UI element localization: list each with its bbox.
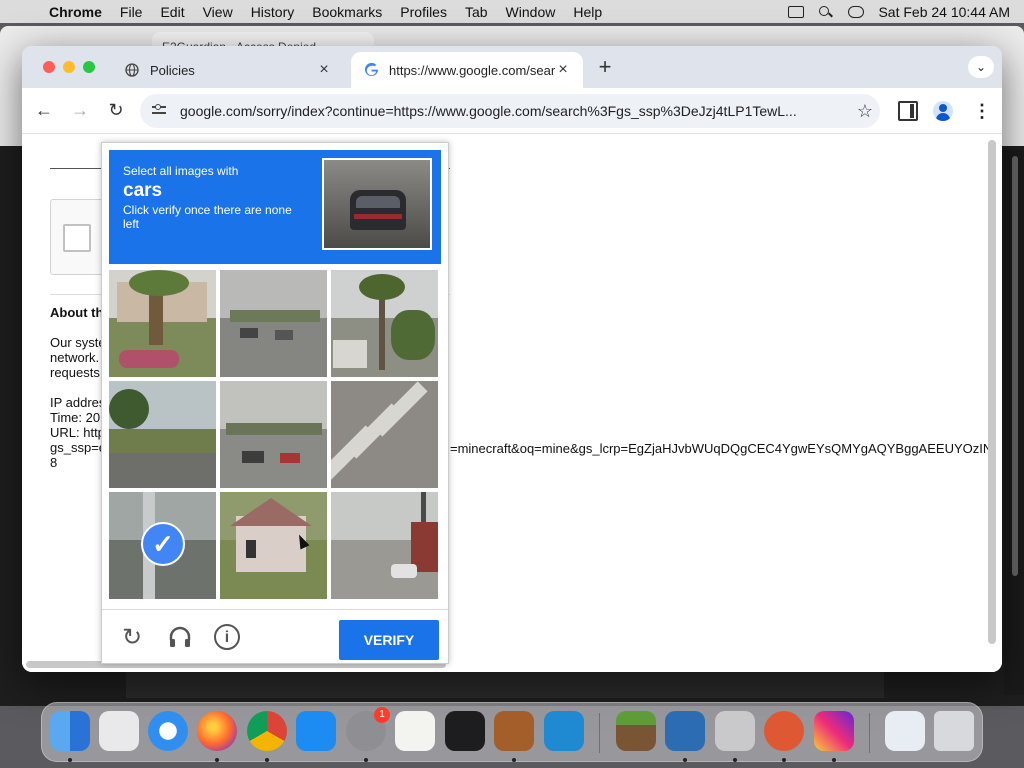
captcha-tile-9[interactable] [331,492,438,599]
bookmark-star-icon[interactable]: ☆ [850,101,880,122]
captcha-tile-7[interactable]: ✓ [109,492,216,599]
menu-view[interactable]: View [194,4,242,20]
captcha-sample-image [322,158,432,250]
reload-icon[interactable]: ↻ [106,100,126,120]
car-icon [350,190,406,230]
menu-clock[interactable]: Sat Feb 24 10:44 AM [878,4,1010,20]
vertical-scrollbar[interactable] [988,140,996,644]
menu-profiles[interactable]: Profiles [391,4,456,20]
disk-utility-icon[interactable] [715,711,755,751]
site-settings-icon[interactable] [152,104,170,118]
google-icon [363,62,379,78]
forward-arrow-icon[interactable]: → [70,100,90,120]
captcha-grid: ✓ [109,270,441,602]
address-bar-url[interactable]: google.com/sorry/index?continue=https://… [180,103,850,119]
profile-avatar-icon[interactable] [933,101,953,121]
finder-icon[interactable] [50,711,90,751]
duckduckgo-icon[interactable] [764,711,804,751]
recaptcha-checkbox[interactable] [63,224,91,252]
minecraft-icon[interactable] [616,711,656,751]
globe-icon [124,62,140,78]
menu-bookmarks[interactable]: Bookmarks [303,4,391,20]
menu-help[interactable]: Help [564,4,611,20]
back-arrow-icon[interactable]: ← [34,100,54,120]
captcha-tile-4[interactable] [109,381,216,488]
side-panel-icon[interactable] [898,101,918,121]
safari-icon[interactable] [148,711,188,751]
window-minimize-button[interactable] [63,61,75,73]
captcha-tile-8[interactable] [220,492,327,599]
captcha-tile-6[interactable] [331,381,438,488]
launchpad-icon[interactable] [99,711,139,751]
control-center-icon[interactable] [848,5,865,18]
info-icon[interactable]: i [214,624,240,650]
tab-strip: Policies × https://www.google.com/sear ×… [22,46,1002,88]
screen-mirroring-icon[interactable] [788,5,805,18]
captcha-target: cars [123,180,163,201]
menu-history[interactable]: History [242,4,304,20]
instagram-icon[interactable] [814,711,854,751]
downloads-folder-icon[interactable] [885,711,925,751]
tab-title: https://www.google.com/sear [389,62,555,78]
tab-title: Policies [150,62,195,78]
system-settings-icon[interactable]: 1 [346,707,390,751]
menu-window[interactable]: Window [497,4,565,20]
captcha-instruction: Select all images with [123,164,239,178]
captcha-header: Select all images with cars Click verify… [109,150,441,264]
verify-button[interactable]: VERIFY [339,620,439,660]
about-heading: About th [50,305,104,320]
textedit-icon[interactable] [395,711,435,751]
tile-selected-check-icon: ✓ [141,522,185,566]
terminal-icon[interactable] [445,711,485,751]
window-maximize-button[interactable] [83,61,95,73]
tab-search-chevron-icon[interactable]: ⌄ [968,56,994,78]
virtualbox-icon[interactable] [665,711,705,751]
menu-edit[interactable]: Edit [151,4,193,20]
captcha-tile-2[interactable] [220,270,327,377]
captcha-tile-1[interactable] [109,270,216,377]
tab-close-icon[interactable]: × [555,61,571,79]
request-details: IP addres Time: 20 URL: http gs_ssp=e 8 [50,395,107,470]
captcha-footer: ↻ i VERIFY [102,609,448,665]
headphones-icon[interactable] [166,624,194,652]
menu-app-name[interactable]: Chrome [40,4,111,20]
notification-badge: 1 [374,707,390,723]
tab-policies[interactable]: Policies × [112,52,344,88]
tab-google[interactable]: https://www.google.com/sear × [351,52,583,88]
menu-file[interactable]: File [111,4,152,20]
firefox-icon[interactable] [197,711,237,751]
reload-icon[interactable]: ↻ [118,624,146,652]
window-close-button[interactable] [43,61,55,73]
page-content: About th Our syste network. requests IP … [22,134,1002,672]
new-tab-button[interactable]: + [594,56,616,78]
tab-close-icon[interactable]: × [316,61,332,79]
menu-bar: Chrome File Edit View History Bookmarks … [0,0,1024,23]
trash-icon[interactable] [934,711,974,751]
captcha-tile-3[interactable] [331,270,438,377]
browser-toolbar: ← → ↻ google.com/sorry/index?continue=ht… [22,88,1002,134]
dock: 1 [41,702,983,762]
browser-window: Policies × https://www.google.com/sear ×… [22,46,1002,672]
app-store-icon[interactable] [296,711,336,751]
captcha-tile-5[interactable] [220,381,327,488]
about-paragraph: Our syste network. requests [50,335,106,380]
background-scrollbar [1004,150,1024,695]
spotlight-search-icon[interactable] [818,5,834,18]
menu-tab[interactable]: Tab [456,4,497,20]
captcha-sub-instruction: Click verify once there are none left [123,203,292,231]
instruments-icon[interactable] [494,711,534,751]
captcha-challenge: Select all images with cars Click verify… [101,142,449,664]
chrome-icon[interactable] [247,711,287,751]
vscode-icon[interactable] [544,711,584,751]
request-url-text: =minecraft&oq=mine&gs_lcrp=EgZjaHJvbWUqD… [450,441,990,456]
menu-kebab-icon[interactable]: ⋮ [972,101,992,121]
address-bar[interactable]: google.com/sorry/index?continue=https://… [140,94,880,128]
